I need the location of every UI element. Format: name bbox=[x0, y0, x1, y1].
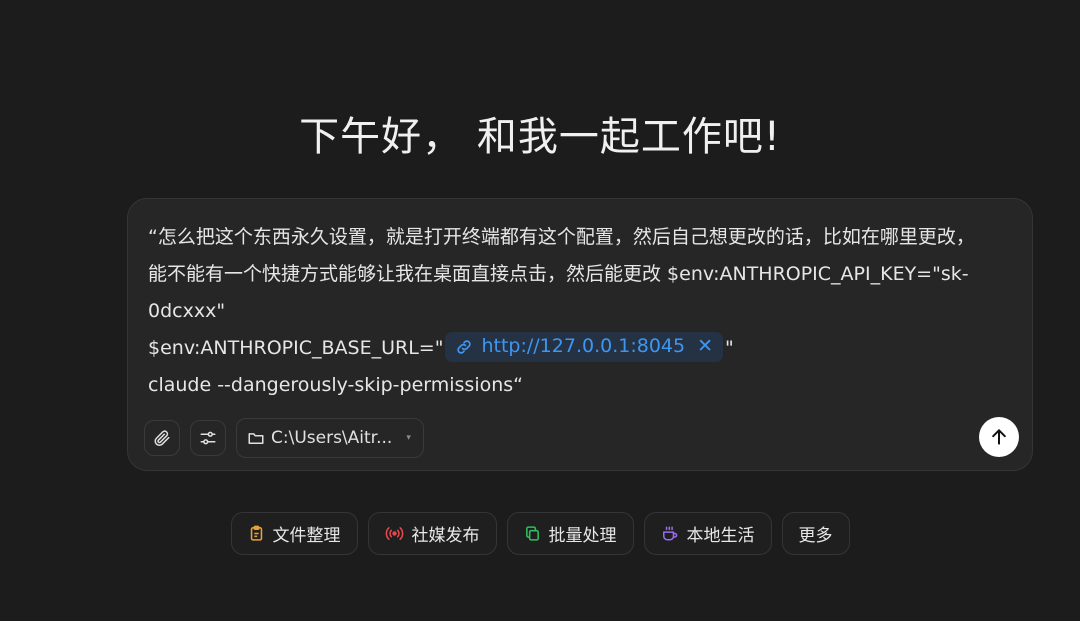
folder-path: C:\Users\Aitr... bbox=[271, 428, 393, 448]
quick-action-local-life[interactable]: 本地生活 bbox=[643, 512, 772, 555]
close-icon[interactable]: ✕ bbox=[697, 328, 713, 365]
quick-action-batch-process[interactable]: 批量处理 bbox=[506, 512, 634, 555]
quick-action-file-organize[interactable]: 文件整理 bbox=[230, 512, 358, 555]
composer-toolbar: C:\Users\Aitr... ▾ bbox=[144, 418, 424, 458]
quick-action-social-publish[interactable]: 社媒发布 bbox=[367, 512, 497, 555]
prompt-input[interactable]: “怎么把这个东西永久设置，就是打开终端都有这个配置，然后自己想更改的话，比如在哪… bbox=[148, 219, 1008, 404]
base-url-prefix: $env:ANTHROPIC_BASE_URL=" bbox=[148, 337, 444, 359]
prompt-line: $env:ANTHROPIC_BASE_URL=" http://127.0.0.… bbox=[148, 330, 1008, 367]
link-url[interactable]: http://127.0.0.1:8045 bbox=[481, 328, 685, 365]
paperclip-icon bbox=[154, 430, 170, 447]
broadcast-icon bbox=[385, 527, 403, 540]
link-icon bbox=[457, 339, 472, 354]
prompt-composer[interactable]: “怎么把这个东西永久设置，就是打开终端都有这个配置，然后自己想更改的话，比如在哪… bbox=[127, 198, 1033, 471]
quick-action-label: 文件整理 bbox=[272, 526, 341, 546]
chevron-down-icon: ▾ bbox=[406, 433, 411, 443]
link-chip[interactable]: http://127.0.0.1:8045 ✕ bbox=[445, 331, 724, 362]
coffee-icon bbox=[662, 526, 677, 541]
arrow-up-icon bbox=[992, 429, 1006, 445]
quick-action-label: 本地生活 bbox=[686, 526, 755, 546]
app-page: 下午好， 和我一起工作吧! “怎么把这个东西永久设置，就是打开终端都有这个配置，… bbox=[0, 0, 1080, 621]
copy-icon bbox=[525, 526, 539, 541]
folder-selector[interactable]: C:\Users\Aitr... ▾ bbox=[236, 418, 424, 458]
greeting-title: 下午好， 和我一起工作吧! bbox=[299, 114, 781, 160]
prompt-line: 0dcxxx" bbox=[148, 300, 226, 322]
attach-button[interactable] bbox=[144, 420, 180, 456]
quick-action-label: 批量处理 bbox=[548, 526, 617, 546]
quick-action-label: 社媒发布 bbox=[411, 526, 480, 546]
prompt-line: “怎么把这个东西永久设置，就是打开终端都有这个配置，然后自己想更改的话，比如在哪… bbox=[148, 226, 975, 248]
quick-action-label: 更多 bbox=[798, 526, 833, 546]
quick-actions: 文件整理 社媒发布 批量处理 本地生活 更多 bbox=[0, 512, 1080, 555]
clipboard-icon bbox=[250, 525, 262, 541]
settings-button[interactable] bbox=[190, 420, 226, 456]
prompt-line: 能不能有一个快捷方式能够让我在桌面直接点击，然后能更改 $env:ANTHROP… bbox=[148, 263, 969, 285]
quick-action-more[interactable]: 更多 bbox=[781, 512, 850, 555]
send-button[interactable] bbox=[979, 417, 1019, 457]
base-url-suffix: " bbox=[725, 337, 734, 359]
sliders-icon bbox=[200, 431, 216, 445]
folder-icon bbox=[248, 433, 264, 444]
prompt-line: claude --dangerously-skip-permissions“ bbox=[148, 374, 524, 396]
